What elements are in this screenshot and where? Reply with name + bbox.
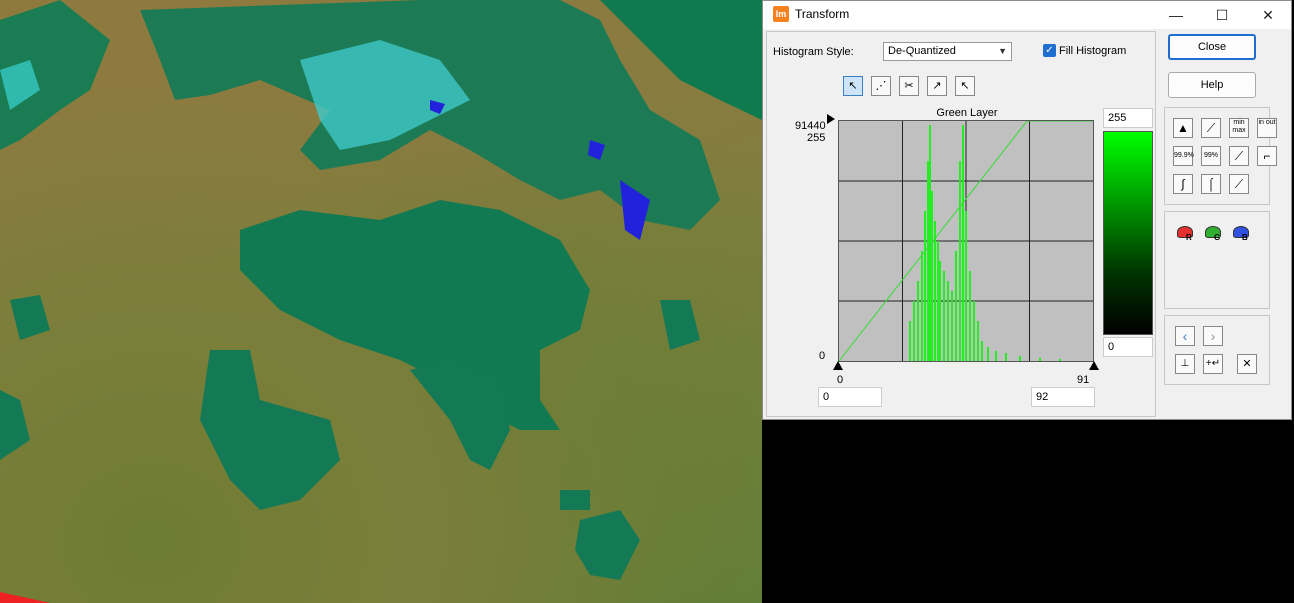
percent-99-icon[interactable]: 99% [1201, 146, 1221, 166]
histogram-spike [995, 351, 997, 361]
green-label: G [1214, 233, 1221, 242]
y-value-max: 255 [807, 132, 826, 144]
histogram-style-value: De-Quantized [888, 45, 956, 57]
gamma-icon[interactable]: ⟋ [1229, 146, 1249, 166]
preset-group: ▲ ⟋ min max in out 99.9% 99% ⟋ ⌐ ∫ ⌠ ⟋ [1164, 107, 1277, 205]
remove-curve-icon[interactable]: ↖ [955, 76, 975, 96]
land-w2 [0, 390, 30, 460]
histogram-spike [947, 281, 949, 361]
auto-icon[interactable]: ▲ [1173, 118, 1193, 138]
histogram-spike [934, 221, 936, 361]
percent-999-icon[interactable]: 99.9% [1173, 146, 1194, 166]
histogram-spike [917, 281, 919, 361]
histogram-spike [969, 271, 971, 361]
min-max-icon[interactable]: min max [1229, 118, 1249, 138]
clear-icon[interactable]: ✕ [1237, 354, 1257, 374]
histogram-style-label: Histogram Style: [773, 46, 854, 58]
minimize-button[interactable]: — [1153, 1, 1199, 29]
chevron-right-icon[interactable]: › [1203, 326, 1223, 346]
land-s1 [560, 490, 590, 510]
x-max-label: 91 [1077, 374, 1090, 386]
histogram-panel: Histogram Style: De-Quantized ▼ ✓ Fill H… [766, 31, 1156, 417]
histogram-spike [927, 161, 929, 361]
histogram-spike [929, 125, 931, 361]
exp-curve-icon[interactable]: ⌠ [1201, 174, 1221, 194]
input-max-field[interactable]: 92 [1031, 387, 1095, 407]
maximize-button[interactable]: ☐ [1199, 1, 1245, 29]
select-arrow-icon[interactable]: ↖ [843, 76, 863, 96]
histogram-title: Green Layer [936, 107, 998, 119]
histogram-spike [955, 251, 957, 361]
histogram-spike [977, 321, 979, 361]
input-min-field[interactable]: 0 [818, 387, 882, 407]
transform-dialog: Im Transform — ☐ ✕ Histogram Style: De-Q… [762, 0, 1292, 420]
close-button[interactable]: Close [1168, 34, 1256, 60]
histogram-spike [1039, 358, 1041, 361]
land-se [575, 510, 640, 580]
nav-group: ‹ › ⊥ +↵ ✕ [1164, 315, 1270, 385]
add-link-icon[interactable]: +↵ [1203, 354, 1223, 374]
fill-histogram-checkbox[interactable]: ✓ [1043, 44, 1056, 57]
output-min-field[interactable]: 0 [1103, 337, 1153, 357]
chevron-down-icon: ▼ [998, 46, 1007, 56]
window-close-button[interactable]: ✕ [1245, 1, 1291, 29]
histogram-spike [1059, 359, 1061, 361]
land-sw [200, 350, 340, 510]
histogram-spike [981, 341, 983, 361]
land-w3 [10, 295, 50, 340]
output-gradient-bar [1103, 131, 1153, 335]
histogram-spike [1019, 356, 1021, 361]
histogram-spike [943, 271, 945, 361]
no-data-corner [0, 592, 50, 603]
node-edit-icon[interactable]: ⋰ [871, 76, 891, 96]
land-e1 [660, 300, 700, 350]
help-button[interactable]: Help [1168, 72, 1256, 98]
red-channel-icon[interactable]: R [1175, 224, 1195, 244]
histogram-spike [937, 241, 939, 361]
green-channel-icon[interactable]: G [1203, 224, 1223, 244]
x-min-label: 0 [837, 374, 844, 386]
histogram-spike [962, 125, 964, 361]
histogram-spike [931, 191, 933, 361]
histogram-spike [973, 301, 975, 361]
histogram-plot[interactable] [838, 120, 1094, 362]
output-max-field[interactable]: 255 [1103, 108, 1153, 128]
histogram-spike [913, 301, 915, 361]
histogram-spike [909, 321, 911, 361]
image-view[interactable] [0, 0, 762, 603]
title-bar[interactable]: Im Transform — ☐ ✕ [763, 1, 1291, 29]
linear-icon[interactable]: ⟋ [1201, 118, 1221, 138]
histogram-spike [939, 261, 941, 361]
histogram-spike [1005, 353, 1007, 361]
in-out-icon[interactable]: in out [1257, 118, 1277, 138]
channel-group: R G B [1164, 211, 1270, 309]
step-icon[interactable]: ⌐ [1257, 146, 1277, 166]
land-island [240, 200, 590, 430]
histogram-spike [965, 211, 967, 361]
dialog-client: Histogram Style: De-Quantized ▼ ✓ Fill H… [766, 31, 1288, 417]
tree-icon[interactable]: ⊥ [1175, 354, 1195, 374]
histogram-spike [951, 291, 953, 361]
cut-node-icon[interactable]: ✂ [899, 76, 919, 96]
histogram-spike [959, 161, 961, 361]
log-curve-icon[interactable]: ∫ [1173, 174, 1193, 194]
y-min: 0 [819, 350, 826, 362]
inverse-icon[interactable]: ⟋ [1229, 174, 1249, 194]
app-icon: Im [773, 6, 789, 22]
y-count-max: 91440 [795, 120, 826, 132]
output-max-marker[interactable] [827, 114, 835, 124]
window-title: Transform [795, 7, 850, 21]
chevron-left-icon[interactable]: ‹ [1175, 326, 1195, 346]
blue-label: B [1242, 233, 1248, 242]
histogram-spike [924, 211, 926, 361]
add-curve-icon[interactable]: ↗ [927, 76, 947, 96]
histogram-style-select[interactable]: De-Quantized ▼ [883, 42, 1012, 61]
histogram-spike [987, 347, 989, 361]
blue-channel-icon[interactable]: B [1231, 224, 1251, 244]
red-label: R [1186, 233, 1192, 242]
input-max-marker[interactable] [1089, 361, 1099, 370]
fill-histogram-label: Fill Histogram [1059, 45, 1127, 57]
input-min-marker[interactable] [833, 361, 843, 370]
histogram-spike [921, 251, 923, 361]
